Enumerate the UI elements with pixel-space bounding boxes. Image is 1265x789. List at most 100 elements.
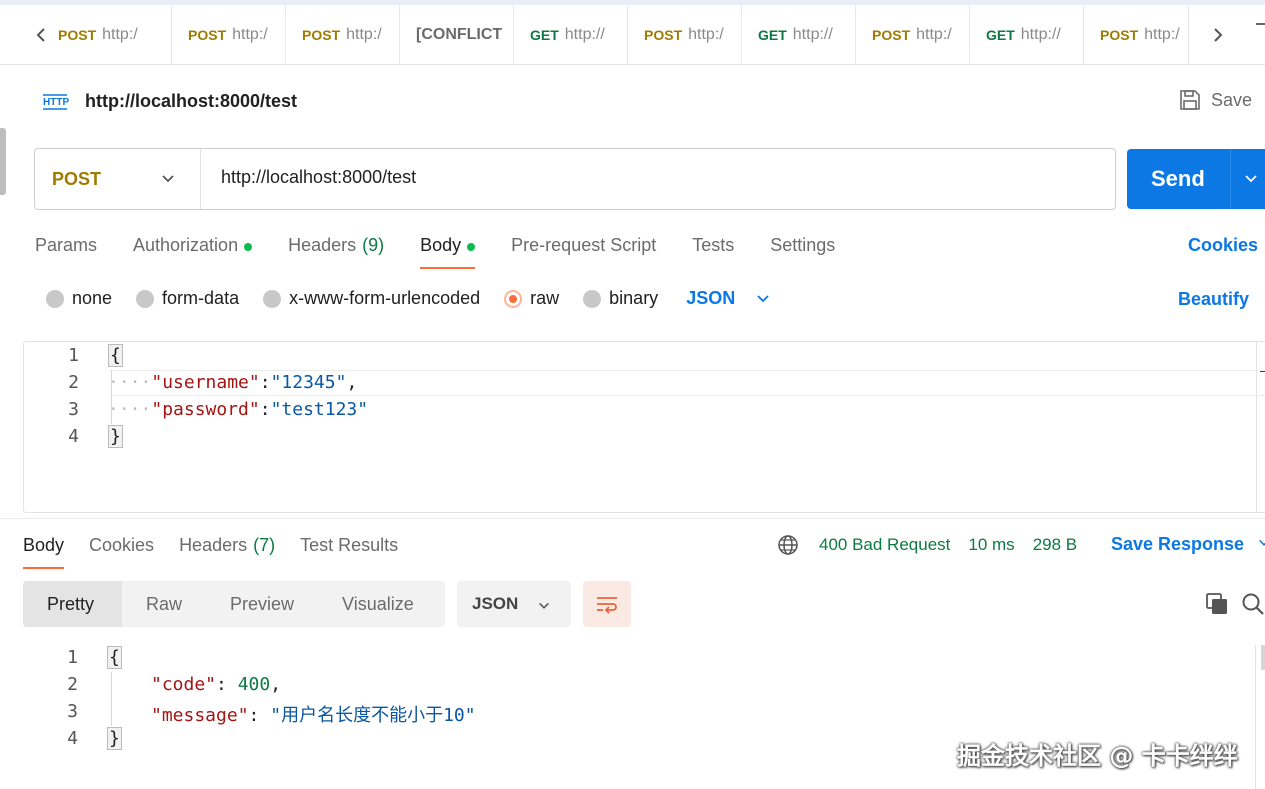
radio-urlencoded[interactable]: x-www-form-urlencoded (263, 288, 480, 309)
copy-icon[interactable] (1205, 592, 1229, 616)
tab-scroll-right-button[interactable] (1188, 5, 1246, 65)
chevron-down-icon[interactable] (1243, 171, 1259, 187)
response-time[interactable]: 10 ms (968, 535, 1014, 555)
indent-guide (111, 672, 112, 726)
tab-method-label: GET (986, 27, 1015, 43)
url-input[interactable] (221, 167, 1101, 188)
tab-method-label: POST (302, 27, 341, 43)
code-line-2: ····"username":"12345", (108, 372, 358, 393)
line-number: 2 (67, 674, 78, 695)
request-title[interactable]: http://localhost:8000/test (85, 91, 297, 112)
request-body-editor[interactable] (23, 341, 1265, 513)
save-response-button[interactable]: Save Response (1111, 534, 1265, 555)
method-label: POST (52, 168, 102, 189)
tab-url-label: http:/ (346, 26, 382, 43)
radio-raw[interactable]: raw (504, 288, 559, 309)
view-preview[interactable]: Preview (206, 581, 318, 627)
request-tab[interactable]: POST http:/ (1084, 5, 1186, 65)
method-select[interactable]: POST (35, 149, 201, 209)
radio-circle (136, 289, 155, 308)
request-tab[interactable]: GET http:// (742, 5, 856, 65)
left-scrollbar[interactable] (0, 128, 6, 195)
status-code[interactable]: 400 Bad Request (819, 535, 950, 555)
response-editor-divider (1255, 645, 1256, 789)
line-number: 4 (67, 728, 78, 749)
wrap-lines-button[interactable] (583, 581, 631, 627)
tab-body[interactable]: Body (420, 233, 476, 269)
send-button[interactable]: Send (1127, 149, 1265, 209)
radio-form-data[interactable]: form-data (136, 288, 239, 309)
request-tab[interactable]: POST http:/ (628, 5, 742, 65)
chevron-down-icon (757, 294, 769, 302)
request-tab-strip: POST http:/ POST http:/ POST http:/ [CONFLICT G… (0, 5, 1265, 65)
tab-response-body[interactable]: Body (23, 534, 65, 569)
radio-circle (583, 289, 602, 308)
radio-circle-selected (504, 289, 523, 308)
tab-response-headers[interactable]: Headers (7) (179, 534, 275, 569)
code-line-4: } (108, 425, 123, 448)
view-visualize[interactable]: Visualize (318, 581, 438, 627)
save-button[interactable]: Save (1179, 89, 1252, 111)
tab-headers[interactable]: Headers (9) (288, 233, 384, 269)
response-status: 400 Bad Request 10 ms 298 B (777, 534, 1095, 556)
tab-title-label: [CONFLICT (416, 26, 503, 43)
tab-url-label: http:/ (232, 26, 268, 43)
request-tab[interactable]: [CONFLICT (400, 5, 514, 65)
chevron-down-icon (539, 602, 549, 609)
http-icon: HTTP (43, 94, 69, 110)
tab-method-label: POST (644, 27, 683, 43)
request-tab[interactable]: POST http:/ (286, 5, 400, 65)
code-line-3: ····"password":"test123" (108, 399, 369, 420)
response-scrollbar[interactable] (1261, 645, 1265, 670)
request-tab[interactable]: POST http:/ (58, 5, 172, 65)
tab-url-label: http:// (1020, 26, 1061, 43)
chevron-left-icon (36, 28, 45, 42)
line-number: 3 (67, 701, 78, 722)
tab-params[interactable]: Params (35, 233, 97, 269)
request-tab[interactable]: POST http:/ (172, 5, 286, 65)
request-options-tabs: Params Authorization Headers (9) Body Pre… (35, 233, 871, 269)
response-size[interactable]: 298 B (1033, 535, 1077, 555)
tab-url-label: http:/ (1144, 26, 1180, 43)
new-tab-icon[interactable] (1256, 23, 1265, 25)
close-brace: } (108, 425, 123, 448)
tab-url-label: http:// (792, 26, 833, 43)
tab-url-label: http:// (564, 26, 605, 43)
search-icon[interactable] (1241, 592, 1265, 616)
headers-count: (7) (253, 535, 276, 555)
view-raw[interactable]: Raw (122, 581, 206, 627)
status-dot (467, 243, 476, 251)
line-number: 4 (68, 426, 79, 447)
globe-icon[interactable] (777, 534, 799, 556)
tab-authorization[interactable]: Authorization (133, 233, 253, 269)
tab-method-label: GET (758, 27, 787, 43)
indent-dots: ···· (108, 372, 152, 393)
request-tab[interactable]: GET http:// (970, 5, 1084, 65)
radio-binary[interactable]: binary (583, 288, 658, 309)
response-line-2: "code": 400, (151, 674, 282, 695)
tab-method-label: POST (188, 27, 227, 43)
response-line-1: { (107, 646, 122, 669)
beautify-button[interactable]: Beautify (1178, 289, 1249, 310)
view-pretty[interactable]: Pretty (23, 581, 122, 627)
tab-test-results[interactable]: Test Results (300, 534, 398, 569)
request-tab[interactable]: GET http:// (514, 5, 628, 65)
body-format-select[interactable]: JSON (686, 288, 771, 309)
response-format-select[interactable]: JSON (457, 581, 571, 627)
tab-method-label: POST (58, 27, 97, 43)
response-divider (0, 518, 1265, 519)
svg-text:HTTP: HTTP (43, 97, 69, 108)
chevron-down-icon (162, 175, 174, 183)
cookies-link[interactable]: Cookies (1188, 235, 1258, 256)
tab-settings[interactable]: Settings (770, 233, 835, 269)
request-tabs: POST http:/ POST http:/ POST http:/ [CONFLICT G… (58, 5, 1186, 65)
radio-none[interactable]: none (46, 288, 112, 309)
request-tab[interactable]: POST http:/ (856, 5, 970, 65)
tab-response-cookies[interactable]: Cookies (89, 534, 154, 569)
tab-prerequest-script[interactable]: Pre-request Script (511, 233, 656, 269)
response-view-toggle: Pretty Raw Preview Visualize (23, 581, 445, 627)
tab-tests[interactable]: Tests (692, 233, 734, 269)
chevron-right-icon (1213, 28, 1222, 42)
radio-circle (263, 289, 282, 308)
open-brace: { (107, 646, 122, 669)
